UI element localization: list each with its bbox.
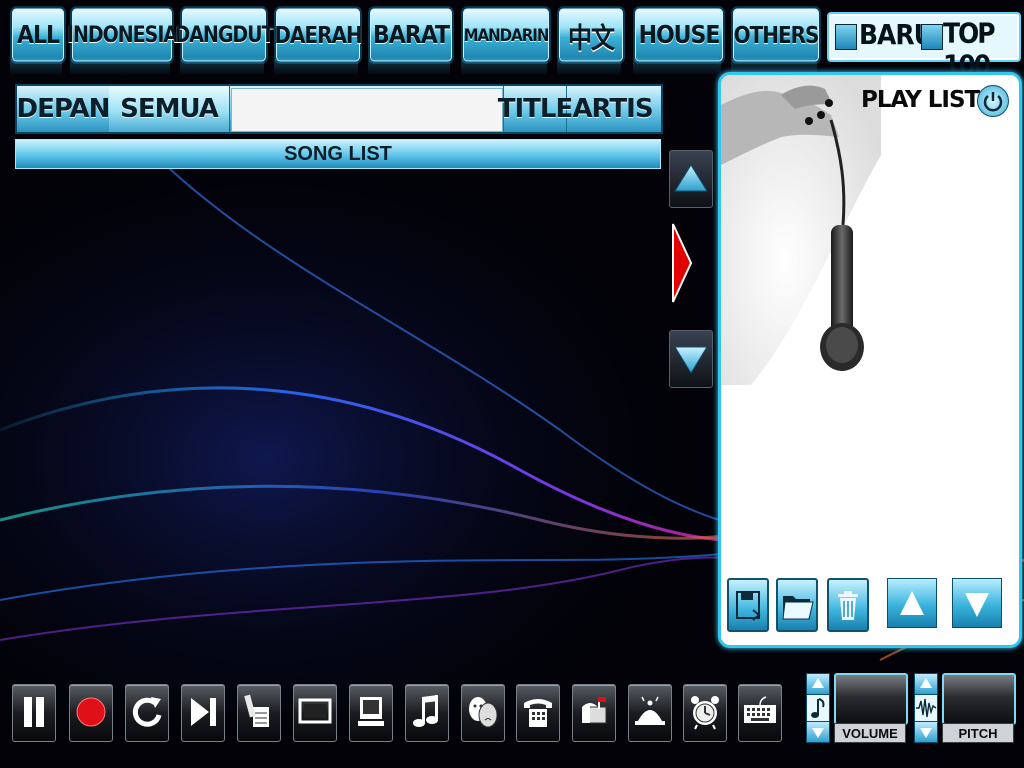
folder-open-icon xyxy=(782,596,814,620)
pitch-label: PITCH xyxy=(942,723,1014,743)
computer-button[interactable] xyxy=(349,684,393,742)
repeat-icon xyxy=(132,697,162,727)
open-playlist-button[interactable] xyxy=(776,578,818,632)
arrow-down-icon xyxy=(812,728,824,738)
waveform-icon xyxy=(916,698,937,718)
playlist-list[interactable] xyxy=(721,135,1013,575)
alarm-button[interactable] xyxy=(683,684,727,742)
power-button[interactable] xyxy=(977,85,1009,117)
telephone-icon xyxy=(524,699,552,727)
score-icon xyxy=(244,694,269,727)
arrow-down-icon xyxy=(920,728,932,738)
music-note-icon xyxy=(413,695,438,727)
save-playlist-button[interactable] xyxy=(727,578,769,632)
score-button[interactable] xyxy=(237,684,281,742)
skip-next-icon xyxy=(191,698,216,726)
pause-button[interactable] xyxy=(12,684,56,742)
reflection xyxy=(461,58,547,76)
reflection xyxy=(180,58,264,76)
song-list-title: SONG LIST xyxy=(284,142,392,165)
theater-masks-icon xyxy=(469,697,498,728)
song-list-header: SONG LIST xyxy=(15,139,661,169)
reflection xyxy=(368,58,450,76)
arrow-down-icon xyxy=(965,593,989,617)
playlist-move-up-button[interactable] xyxy=(887,578,937,628)
music-note-icon xyxy=(811,698,825,718)
telephone-button[interactable] xyxy=(516,684,560,742)
reflection xyxy=(557,58,621,76)
pitch-down-button[interactable] xyxy=(914,721,938,743)
computer-icon xyxy=(358,697,384,726)
keyboard-icon xyxy=(744,696,776,723)
volume-label: VOLUME xyxy=(834,723,906,743)
record-icon xyxy=(76,697,106,727)
next-button[interactable] xyxy=(181,684,225,742)
scroll-up-button[interactable] xyxy=(669,150,713,208)
category-daerah-button[interactable]: DAERAH xyxy=(274,6,363,64)
playlist-title: PLAY LIST xyxy=(861,87,980,113)
trash-icon xyxy=(838,591,858,620)
volume-icon-box xyxy=(806,694,830,722)
pause-icon xyxy=(24,697,44,727)
volume-display xyxy=(834,673,908,725)
song-list[interactable] xyxy=(15,170,659,670)
repeat-button[interactable] xyxy=(125,684,169,742)
baru-checkbox[interactable] xyxy=(835,24,857,50)
depan-button[interactable]: DEPAN xyxy=(17,86,110,132)
mailbox-icon xyxy=(582,697,607,724)
reflection xyxy=(633,58,721,76)
drama-button[interactable] xyxy=(461,684,505,742)
pitch-up-button[interactable] xyxy=(914,673,938,695)
category-all-button[interactable]: ALL xyxy=(10,6,66,64)
semua-button[interactable]: SEMUA xyxy=(109,86,230,132)
triangle-up-icon xyxy=(674,164,708,192)
volume-up-button[interactable] xyxy=(806,673,830,695)
keyboard-button[interactable] xyxy=(738,684,782,742)
category-house-button[interactable]: HOUSE xyxy=(633,6,725,64)
top100-checkbox[interactable] xyxy=(921,24,943,50)
scroll-down-button[interactable] xyxy=(669,330,713,388)
reflection xyxy=(274,58,358,76)
triangle-down-icon xyxy=(674,346,708,374)
category-dangdut-button[interactable]: DANGDUT xyxy=(174,6,275,64)
alarm-clock-icon xyxy=(691,696,719,730)
search-bar: DEPAN SEMUA TITLE ARTIS xyxy=(15,84,663,134)
playlist-panel: PLAY LIST xyxy=(718,72,1022,648)
filter-toggles: BARU TOP 100 xyxy=(827,12,1021,81)
category-mandarin-button[interactable]: MANDARIN xyxy=(461,6,551,64)
record-button[interactable] xyxy=(69,684,113,742)
monitor-button[interactable] xyxy=(293,684,337,742)
reflection xyxy=(70,58,170,76)
artis-button[interactable]: ARTIS xyxy=(566,86,659,132)
title-button[interactable]: TITLE xyxy=(498,86,573,132)
bell-button[interactable] xyxy=(628,684,672,742)
search-input[interactable] xyxy=(231,88,503,132)
playlist-move-down-button[interactable] xyxy=(952,578,1002,628)
service-bell-icon xyxy=(635,696,665,725)
volume-down-button[interactable] xyxy=(806,721,830,743)
monitor-icon xyxy=(298,698,332,724)
category-chinese-button[interactable]: 中文 xyxy=(557,6,625,64)
reflection xyxy=(10,58,62,76)
play-pointer-icon[interactable] xyxy=(671,222,693,304)
mail-button[interactable] xyxy=(572,684,616,742)
pitch-icon-box xyxy=(914,694,938,722)
save-icon xyxy=(736,591,761,621)
delete-playlist-button[interactable] xyxy=(827,578,869,632)
power-icon xyxy=(983,92,1003,112)
category-indonesia-button[interactable]: INDONESIA xyxy=(67,6,178,64)
pitch-display xyxy=(942,673,1016,725)
arrow-up-icon xyxy=(920,678,932,688)
category-barat-button[interactable]: BARAT xyxy=(368,6,454,64)
category-others-button[interactable]: OTHERS xyxy=(731,6,821,64)
arrow-up-icon xyxy=(812,678,824,688)
music-button[interactable] xyxy=(405,684,449,742)
arrow-up-icon xyxy=(900,591,924,615)
